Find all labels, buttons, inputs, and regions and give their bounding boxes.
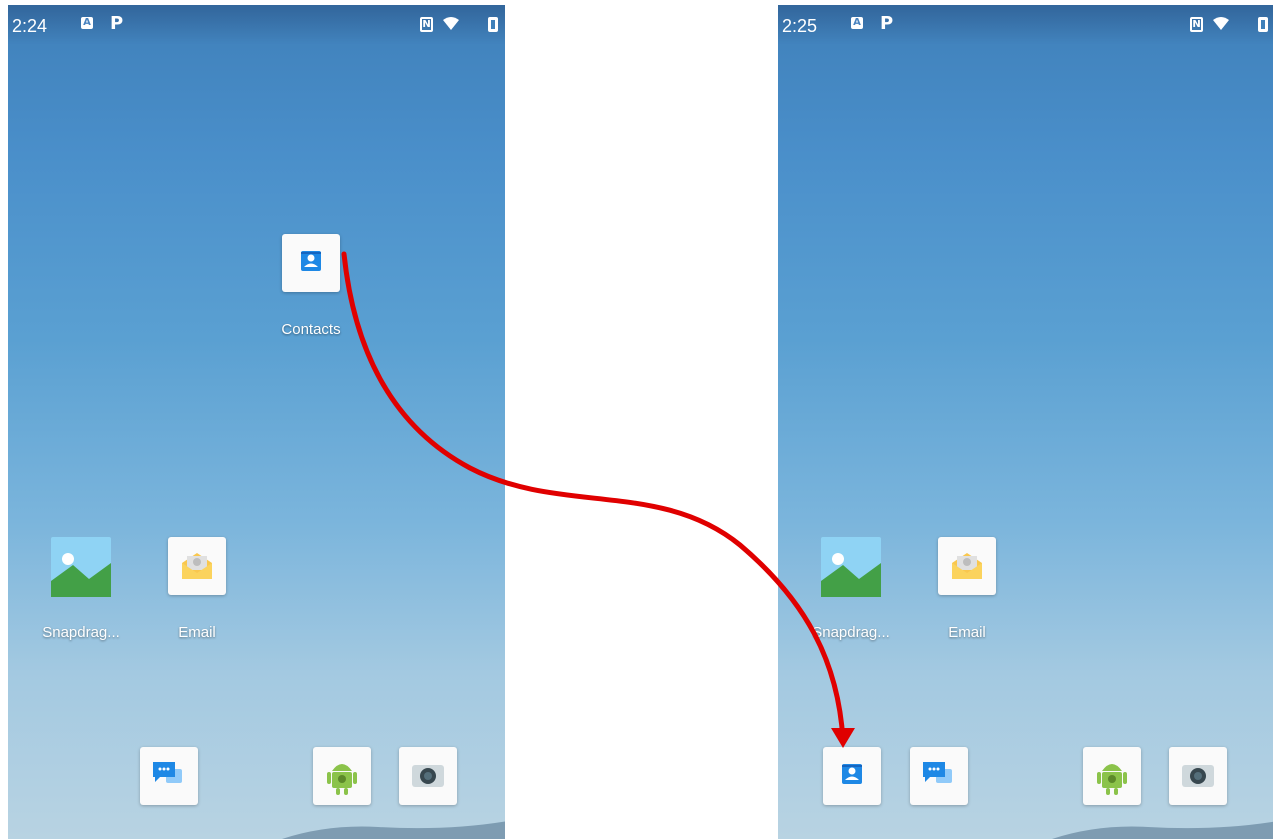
email-app[interactable]: [168, 537, 226, 595]
email-label: Email: [948, 624, 986, 641]
battery-icon: [1258, 17, 1268, 32]
contacts-icon: [842, 764, 862, 784]
messages-icon: [923, 762, 952, 783]
a-icon: A: [851, 17, 863, 29]
contacts-app[interactable]: [823, 747, 881, 805]
wifi-icon: [1212, 16, 1230, 35]
messages-app[interactable]: [910, 747, 968, 805]
android-app[interactable]: [1083, 747, 1141, 805]
snapdragon-gallery-app[interactable]: [51, 537, 111, 597]
gallery-icon: [821, 537, 881, 597]
status-time: 2:25: [782, 16, 818, 36]
battery-icon: [488, 17, 498, 32]
contacts-app[interactable]: [282, 234, 340, 292]
snapdragon-gallery-app[interactable]: [821, 537, 881, 597]
wallpaper-hills: [1052, 821, 1273, 839]
right-screen: 2:25 A P N Snapdrag... Email: [778, 5, 1273, 839]
email-icon: [182, 553, 212, 579]
email-icon: [952, 553, 982, 579]
camera-icon: [412, 765, 444, 787]
contacts-icon: [301, 251, 321, 271]
camera-icon: [1182, 765, 1214, 787]
a-icon: A: [81, 17, 93, 29]
contacts-label: Contacts: [281, 321, 341, 338]
snapdragon-label: Snapdrag...: [42, 624, 120, 641]
status-time: 2:24: [12, 16, 48, 36]
p-icon: P: [880, 13, 894, 34]
gallery-icon: [51, 537, 111, 597]
messages-icon: [153, 762, 182, 783]
messages-app[interactable]: [140, 747, 198, 805]
wifi-icon: [442, 16, 460, 35]
camera-app[interactable]: [399, 747, 457, 805]
camera-app[interactable]: [1169, 747, 1227, 805]
android-app[interactable]: [313, 747, 371, 805]
android-icon: [327, 764, 357, 795]
left-screen: 2:24 A P N Contacts Snapdrag... Email: [8, 5, 505, 839]
status-bar: 2:24 A P N: [8, 5, 505, 45]
status-bar: 2:25 A P N: [778, 5, 1273, 45]
p-icon: P: [110, 13, 124, 34]
email-label: Email: [178, 624, 216, 641]
email-app[interactable]: [938, 537, 996, 595]
nfc-icon: N: [420, 17, 433, 32]
android-icon: [1097, 764, 1127, 795]
nfc-icon: N: [1190, 17, 1203, 32]
snapdragon-label: Snapdrag...: [812, 624, 890, 641]
wallpaper-hills: [282, 821, 505, 839]
